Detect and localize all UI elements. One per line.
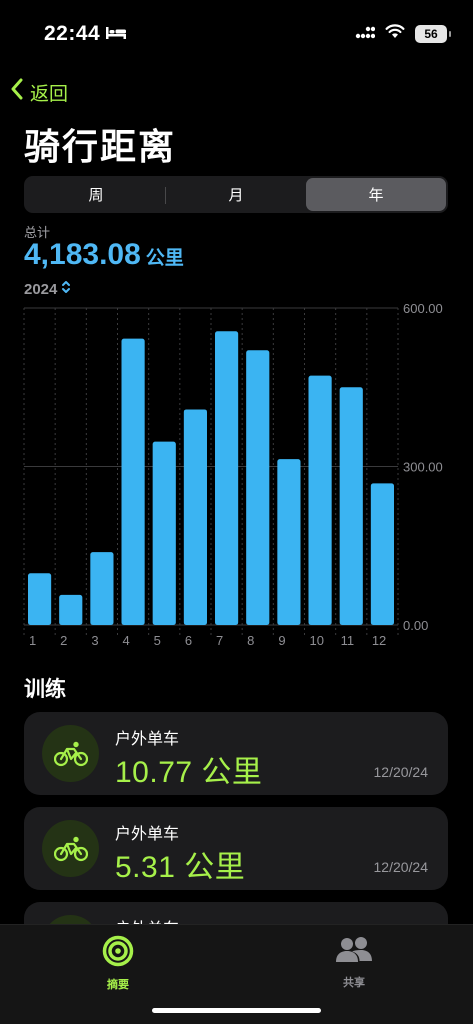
battery-icon: 56	[415, 25, 451, 43]
x-tick-label: 8	[247, 633, 254, 648]
x-tick-label: 12	[372, 633, 386, 648]
workout-date: 12/20/24	[373, 859, 429, 875]
page-title: 骑行距离	[24, 126, 177, 167]
y-tick-label: 300.00	[403, 460, 443, 475]
workout-type: 户外单车	[115, 731, 180, 748]
tab-summary[interactable]: 摘要	[92, 935, 144, 992]
bar-month-12	[370, 483, 394, 625]
x-tick-label: 6	[185, 633, 192, 648]
workouts-section-title: 训练	[24, 678, 66, 701]
bar-month-3	[90, 552, 114, 625]
status-bar: 22:44 56	[0, 0, 473, 70]
x-tick-label: 7	[216, 633, 223, 648]
status-time: 22:44	[44, 22, 101, 45]
bar-month-10	[308, 375, 332, 625]
tab-summary-label: 摘要	[107, 979, 129, 991]
segment-month[interactable]: 月	[166, 178, 306, 211]
x-tick-label: 3	[91, 633, 98, 648]
back-button[interactable]: 返回	[10, 78, 68, 106]
bar-month-7	[215, 331, 239, 625]
total-distance-value: 4,183.08	[24, 238, 141, 271]
y-tick-label: 0.00	[403, 618, 428, 633]
workout-date: 12/20/24	[373, 764, 429, 780]
tab-sharing-label: 共享	[343, 977, 365, 989]
people-icon	[335, 935, 373, 970]
workout-distance: 10.77 公里	[115, 756, 263, 789]
tab-sharing[interactable]: 共享	[328, 935, 380, 990]
cellular-signal-icon	[355, 25, 376, 44]
segment-year[interactable]: 年	[306, 178, 446, 211]
workout-type: 户外单车	[115, 826, 180, 843]
bar-month-6	[183, 409, 207, 625]
segment-week[interactable]: 周	[26, 178, 166, 211]
x-tick-label: 2	[60, 633, 67, 648]
activity-rings-icon	[102, 935, 134, 972]
period-segmented-control: 周 月 年	[24, 176, 448, 213]
back-label: 返回	[30, 83, 69, 105]
x-tick-label: 5	[154, 633, 161, 648]
x-tick-label: 11	[341, 633, 355, 648]
total-distance-unit: 公里	[145, 248, 184, 269]
bar-month-11	[339, 387, 363, 625]
x-tick-label: 9	[278, 633, 285, 648]
bar-month-1	[28, 573, 52, 625]
bar-month-2	[59, 594, 83, 625]
workout-distance: 5.31 公里	[115, 851, 246, 884]
x-tick-label: 1	[29, 633, 36, 648]
chevron-left-icon	[10, 78, 24, 106]
x-tick-label: 10	[310, 633, 324, 648]
y-tick-label: 600.00	[403, 301, 443, 316]
home-indicator	[152, 1008, 321, 1013]
workout-card[interactable]: 户外单车 10.77 公里 12/20/24	[24, 712, 448, 795]
cycling-icon	[42, 725, 99, 782]
bar-month-4	[121, 338, 145, 625]
x-tick-label: 4	[123, 633, 130, 648]
bar-month-5	[152, 441, 176, 625]
cycling-icon	[42, 820, 99, 877]
monthly-distance-chart: 600.00300.000.001 2 3 4 5 6 7 8 9 10 11 12	[23, 301, 443, 648]
bar-month-9	[277, 459, 301, 625]
bar-month-8	[246, 350, 270, 625]
total-distance: 4,183.08 公里	[24, 238, 184, 272]
sleep-mode-icon	[105, 26, 127, 45]
workout-card[interactable]: 户外单车 5.31 公里 12/20/24	[24, 807, 448, 890]
wifi-icon	[385, 24, 405, 44]
